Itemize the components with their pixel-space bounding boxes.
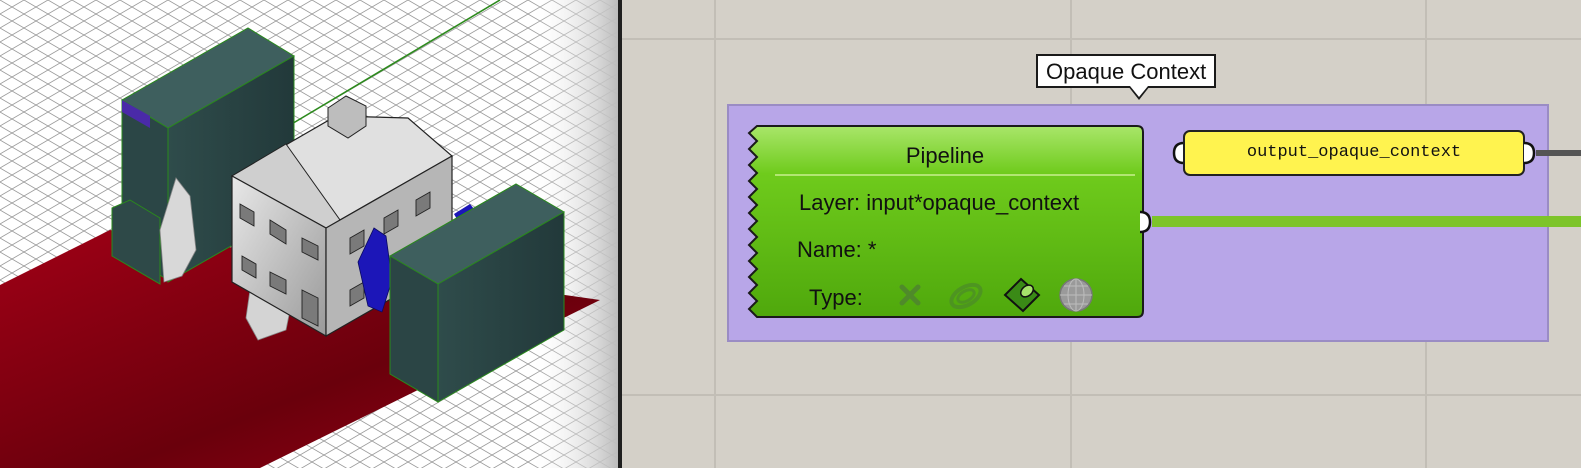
pipeline-output-port[interactable] — [1138, 210, 1152, 234]
pipeline-title: Pipeline — [905, 143, 985, 168]
layer-field[interactable]: Layer: input*opaque_context — [799, 190, 1079, 216]
tooltip-arrow-inner — [1130, 86, 1148, 97]
canvas-gridline — [622, 394, 1581, 396]
group-tooltip: Opaque Context — [1036, 54, 1217, 88]
tooltip-text: Opaque Context — [1046, 59, 1207, 84]
rhino-viewport[interactable] — [0, 0, 618, 468]
pipeline-component[interactable]: Pipeline Layer: input*opaque_context Nam… — [745, 125, 1145, 318]
output-panel-text: output_opaque_context — [1246, 143, 1462, 162]
dark-wire[interactable] — [1536, 150, 1581, 156]
curve-icon[interactable] — [945, 275, 987, 315]
layer-value: input*opaque_context — [866, 190, 1080, 215]
canvas-gridline — [622, 38, 1581, 40]
sphere-mesh-icon[interactable] — [1055, 275, 1097, 315]
surface-icon[interactable] — [1001, 275, 1043, 315]
type-label: Type: — [809, 285, 863, 310]
point-x-icon[interactable] — [889, 275, 931, 315]
green-wire[interactable] — [1152, 216, 1581, 227]
output-panel[interactable]: output_opaque_context — [1183, 130, 1525, 176]
viewport-scene — [0, 0, 618, 468]
name-label: Name: — [797, 237, 862, 262]
canvas-gridline — [714, 0, 716, 468]
type-filter-icons — [889, 275, 1109, 315]
name-field[interactable]: Name: * — [797, 237, 876, 263]
grasshopper-canvas[interactable]: Opaque Context Pipeline Layer: input*opa… — [622, 0, 1581, 468]
name-value: * — [867, 237, 877, 262]
layer-label: Layer: — [799, 190, 861, 215]
